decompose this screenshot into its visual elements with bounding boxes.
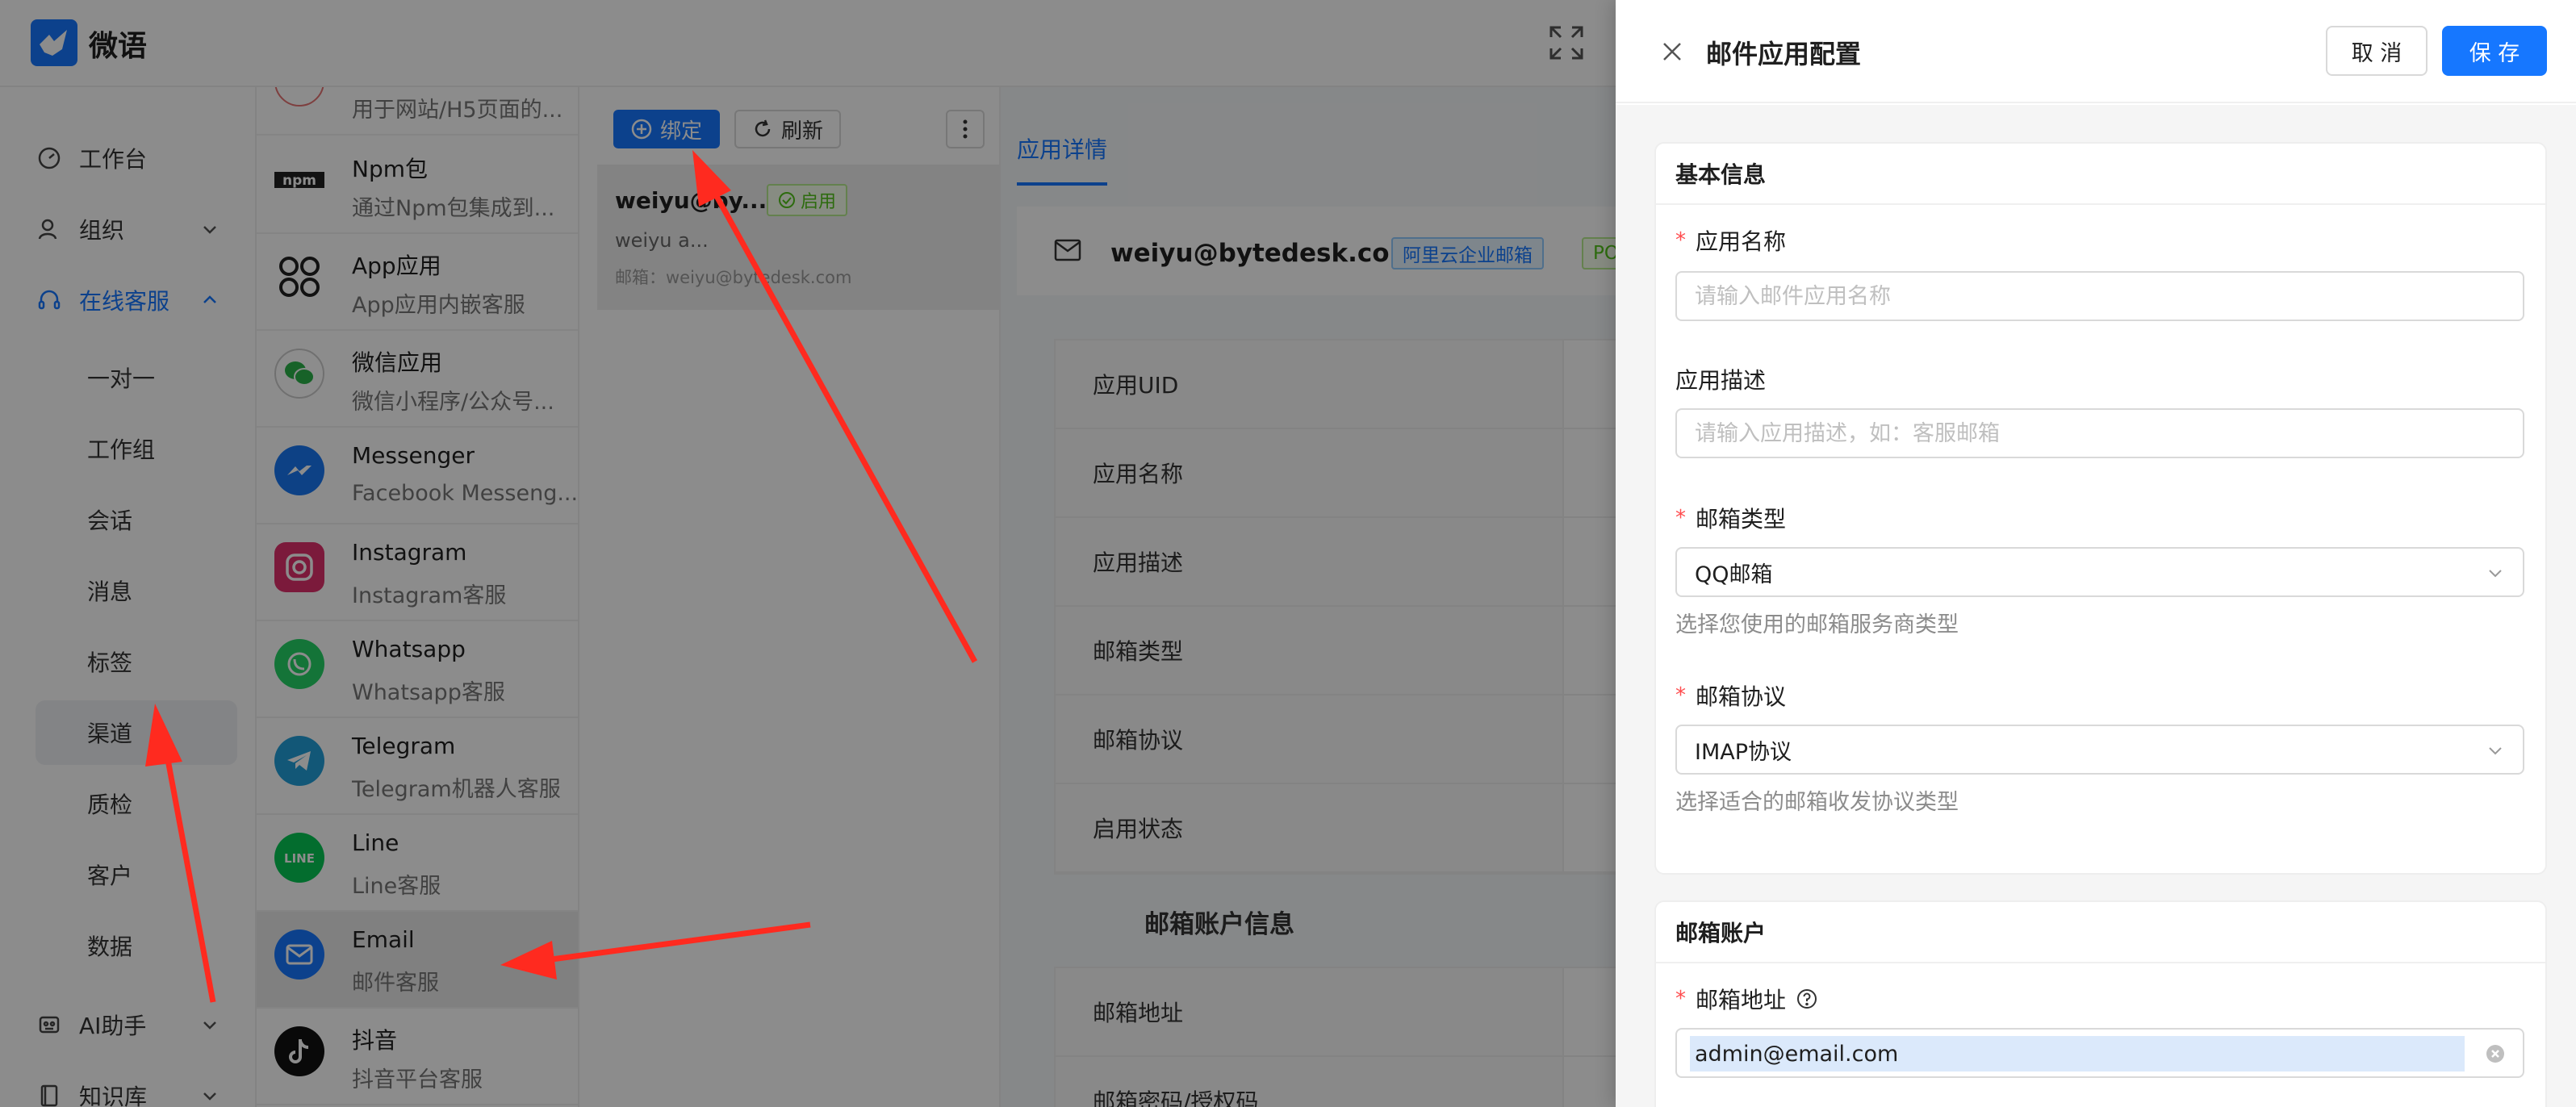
app-desc-input[interactable] — [1675, 408, 2524, 458]
required-mark: * — [1675, 987, 1686, 1011]
required-mark: * — [1675, 506, 1686, 530]
help-icon[interactable] — [1796, 988, 1818, 1010]
email-address-label: * 邮箱地址 — [1675, 983, 1818, 1015]
drawer-title: 邮件应用配置 — [1706, 39, 1862, 69]
label-text: 应用描述 — [1675, 367, 1767, 394]
section-title: 邮箱账户 — [1656, 902, 2545, 963]
section-title: 基本信息 — [1656, 144, 2545, 205]
account-card: 邮箱账户 * 邮箱地址 admin@email.com — [1654, 900, 2547, 1107]
email-address-input[interactable]: admin@email.com — [1675, 1028, 2524, 1078]
config-drawer: 邮件应用配置 取 消 保 存 基本信息 * 应用名称 应用描述 * 邮箱类型 Q… — [1616, 0, 2576, 1107]
app-desc-label: 应用描述 — [1675, 363, 1766, 395]
drawer-header: 邮件应用配置 取 消 保 存 — [1616, 0, 2576, 103]
save-button[interactable]: 保 存 — [2442, 26, 2547, 76]
label-text: 应用名称 — [1696, 228, 1787, 255]
protocol-help: 选择适合的邮箱收发协议类型 — [1675, 790, 1959, 815]
select-value: IMAP协议 — [1695, 739, 1792, 765]
clear-icon[interactable] — [2484, 1042, 2507, 1065]
app-name-input[interactable] — [1675, 271, 2524, 321]
cancel-button[interactable]: 取 消 — [2326, 26, 2428, 76]
basic-info-card: 基本信息 * 应用名称 应用描述 * 邮箱类型 QQ邮箱 选择您使用的邮箱服务商… — [1654, 142, 2547, 875]
drawer-body: 基本信息 * 应用名称 应用描述 * 邮箱类型 QQ邮箱 选择您使用的邮箱服务商… — [1616, 105, 2576, 1107]
close-icon[interactable] — [1656, 36, 1688, 68]
chevron-down-icon — [2484, 739, 2507, 762]
protocol-select[interactable]: IMAP协议 — [1675, 725, 2524, 775]
select-value: QQ邮箱 — [1695, 562, 1773, 587]
email-type-help: 选择您使用的邮箱服务商类型 — [1675, 612, 1959, 637]
email-type-select[interactable]: QQ邮箱 — [1675, 547, 2524, 597]
drawer-mask[interactable] — [0, 0, 1616, 1107]
required-mark: * — [1675, 683, 1686, 708]
chevron-down-icon — [2484, 562, 2507, 584]
email-type-label: * 邮箱类型 — [1675, 502, 1786, 534]
protocol-label: * 邮箱协议 — [1675, 679, 1786, 712]
required-mark: * — [1675, 228, 1686, 253]
label-text: 邮箱类型 — [1696, 506, 1787, 533]
label-text: 邮箱协议 — [1696, 683, 1787, 710]
email-address-value: admin@email.com — [1690, 1036, 2465, 1071]
label-text: 邮箱地址 — [1696, 987, 1787, 1013]
app-name-label: * 应用名称 — [1675, 224, 1786, 257]
